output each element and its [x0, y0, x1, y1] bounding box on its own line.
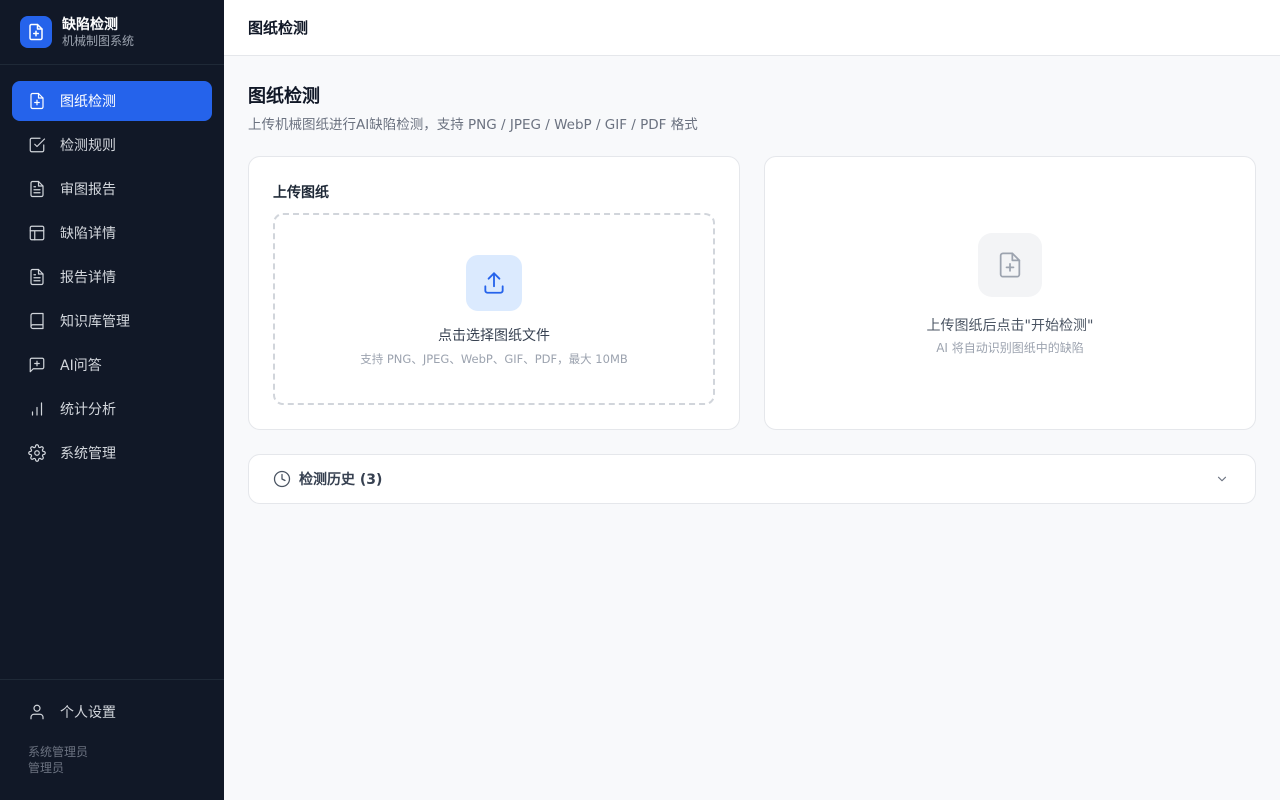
sidebar-item-label: 缺陷详情 [60, 226, 116, 242]
sidebar-item-personal-settings[interactable]: 个人设置 [12, 692, 212, 732]
brand-title: 缺陷检测 [62, 16, 118, 33]
message-plus-icon [29, 357, 45, 373]
sidebar-item-label: 个人设置 [60, 705, 116, 721]
sidebar-item-detection-rules[interactable]: 检测规则 [12, 125, 212, 165]
result-placeholder-message: 上传图纸后点击"开始检测" [926, 318, 1094, 334]
bar-chart-icon [31, 402, 43, 416]
sidebar-item-label: 系统管理 [60, 446, 116, 462]
chevron-down-icon [1217, 476, 1227, 482]
upload-card-title: 上传图纸 [273, 185, 329, 201]
brand-subtitle: 机械制图系统 [62, 33, 135, 48]
sidebar-item-label: AI问答 [60, 358, 102, 374]
detection-history-toggle[interactable]: 检测历史 (3) [248, 454, 1256, 504]
header-title: 图纸检测 [248, 19, 309, 37]
sidebar-item-label: 检测规则 [60, 138, 116, 154]
sidebar-item-defect-details[interactable]: 缺陷详情 [12, 213, 212, 253]
result-placeholder-hint: AI 将自动识别图纸中的缺陷 [936, 341, 1084, 355]
upload-hint: 支持 PNG、JPEG、WebP、GIF、PDF，最大 10MB [360, 352, 628, 366]
sidebar-item-statistics[interactable]: 统计分析 [12, 389, 212, 429]
sidebar: 缺陷检测 机械制图系统 图纸检测 检测规则 审图报告 缺陷详情 报告详情 知识库… [0, 0, 224, 800]
brand: 缺陷检测 机械制图系统 [0, 0, 224, 65]
current-user: 系统管理员 管理员 [12, 744, 212, 776]
user-icon [30, 704, 44, 720]
book-icon [30, 312, 44, 330]
file-text-icon [30, 268, 44, 286]
layout-icon [29, 225, 45, 241]
upload-icon [466, 255, 522, 311]
sidebar-item-label: 图纸检测 [60, 94, 116, 110]
sidebar-footer: 个人设置 系统管理员 管理员 [0, 679, 224, 800]
history-title: 检测历史 (3) [299, 472, 383, 488]
file-plus-icon [978, 233, 1042, 297]
sidebar-item-drawing-detection[interactable]: 图纸检测 [12, 81, 212, 121]
sidebar-item-label: 审图报告 [60, 182, 116, 198]
sidebar-item-label: 统计分析 [60, 402, 116, 418]
sidebar-item-label: 知识库管理 [60, 314, 130, 330]
sidebar-item-report-details[interactable]: 报告详情 [12, 257, 212, 297]
sidebar-item-label: 报告详情 [60, 270, 116, 286]
gear-icon [28, 444, 46, 462]
top-bar: 图纸检测 [224, 0, 1280, 56]
page-title: 图纸检测 [248, 86, 320, 107]
result-placeholder-card: 上传图纸后点击"开始检测" AI 将自动识别图纸中的缺陷 [764, 156, 1256, 430]
upload-card: 上传图纸 点击选择图纸文件 支持 PNG、JPEG、WebP、GIF、PDF，最… [248, 156, 740, 430]
file-plus-icon [20, 16, 52, 48]
clock-icon [273, 470, 291, 488]
sidebar-item-system-management[interactable]: 系统管理 [12, 433, 212, 473]
file-dropzone[interactable]: 点击选择图纸文件 支持 PNG、JPEG、WebP、GIF、PDF，最大 10M… [273, 213, 715, 405]
sidebar-item-knowledge-base[interactable]: 知识库管理 [12, 301, 212, 341]
file-plus-icon [30, 92, 44, 110]
sidebar-nav: 图纸检测 检测规则 审图报告 缺陷详情 报告详情 知识库管理 AI问答 统计分析… [0, 65, 224, 473]
user-role: 管理员 [28, 761, 65, 775]
sidebar-item-ai-qa[interactable]: AI问答 [12, 345, 212, 385]
page-subtitle: 上传机械图纸进行AI缺陷检测，支持 PNG / JPEG / WebP / GI… [248, 117, 698, 133]
sidebar-item-review-report[interactable]: 审图报告 [12, 169, 212, 209]
check-square-icon [29, 137, 46, 153]
upload-prompt: 点击选择图纸文件 [438, 328, 550, 344]
file-text-icon [30, 180, 44, 198]
user-name: 系统管理员 [28, 745, 89, 759]
